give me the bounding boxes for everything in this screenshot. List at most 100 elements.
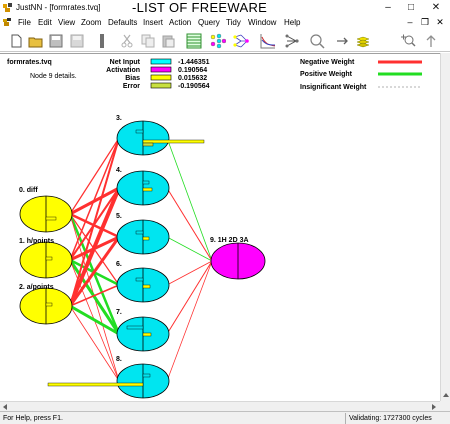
- status-help-text: For Help, press F1.: [3, 415, 63, 422]
- activation-label: Activation: [106, 67, 140, 74]
- scroll-right-arrow-icon[interactable]: [432, 404, 436, 410]
- hidden-node-5[interactable]: 5.: [116, 213, 170, 255]
- menu-action[interactable]: Action: [169, 18, 191, 27]
- title-bar: JustNN - [formrates.tvq] -LIST OF FREEWA…: [0, 0, 450, 15]
- menu-edit[interactable]: Edit: [38, 18, 52, 27]
- hidden-node-3-bias-bar: [142, 139, 205, 144]
- scroll-down-arrow-icon[interactable]: [443, 393, 449, 397]
- connection-line-23: [166, 260, 213, 382]
- status-bar: For Help, press F1. Validating: 1727300 …: [0, 411, 450, 424]
- output-node-9-label: 9. 1H 2D 3A: [210, 237, 249, 244]
- input-node-2-label: 2. a/points: [19, 284, 54, 291]
- menu-window[interactable]: Window: [248, 18, 276, 27]
- network-colors-icon[interactable]: [210, 33, 226, 49]
- document-restore-button[interactable]: ❐: [418, 17, 432, 28]
- input-node-0[interactable]: 0. diff: [19, 187, 73, 233]
- connection-line-20: [166, 236, 213, 262]
- arrow-right-icon[interactable]: [335, 33, 351, 49]
- paste-icon[interactable]: [160, 33, 176, 49]
- input-node-1-value-bar: [45, 256, 53, 261]
- output-node-9[interactable]: 9. 1H 2D 3A: [210, 237, 266, 280]
- legend-positive-label: Positive Weight: [300, 71, 353, 78]
- connection-line-22: [166, 260, 213, 335]
- grid-view-icon[interactable]: [186, 33, 202, 49]
- bias-value: 0.015632: [178, 75, 207, 82]
- network-canvas[interactable]: formrates.tvq Node 9 details. Net Input …: [0, 53, 440, 401]
- query-icon[interactable]: [309, 33, 325, 49]
- error-value: -0.190564: [178, 83, 210, 90]
- document-minimize-button[interactable]: –: [403, 17, 417, 28]
- legend-insignificant-label: Insignificant Weight: [300, 84, 367, 91]
- input-node-0-label: 0. diff: [19, 187, 38, 194]
- node-details-label: Node 9 details.: [30, 73, 77, 80]
- net-input-label: Net Input: [110, 59, 141, 66]
- menu-tidy[interactable]: Tidy: [226, 18, 241, 27]
- connection-line-16: [69, 304, 120, 336]
- menu-help[interactable]: Help: [284, 18, 300, 27]
- cut-icon[interactable]: [119, 33, 135, 49]
- legend-negative-label: Negative Weight: [300, 59, 355, 66]
- bias-label: Bias: [125, 75, 140, 82]
- input-node-1[interactable]: 1. h/points: [19, 238, 73, 279]
- separator-bar-icon[interactable]: [94, 33, 110, 49]
- status-validating: Validating: 1727300 cycles: [345, 413, 450, 424]
- error-label: Error: [123, 83, 140, 90]
- toolbar: [0, 30, 450, 52]
- stack-icon[interactable]: [355, 33, 371, 49]
- scroll-left-arrow-icon[interactable]: [3, 404, 7, 410]
- net-input-swatch: [150, 58, 172, 65]
- maximize-button[interactable]: □: [401, 1, 421, 14]
- save-icon[interactable]: [48, 33, 64, 49]
- hidden-node-6-label: 6.: [116, 261, 122, 268]
- error-swatch: [150, 82, 172, 89]
- watermark-text: -LIST OF FREEWARE: [132, 0, 268, 15]
- add-query-icon[interactable]: [400, 33, 416, 49]
- menu-zoom[interactable]: Zoom: [81, 18, 101, 27]
- save-disabled-icon[interactable]: [69, 33, 85, 49]
- hidden-node-8-label: 8.: [116, 356, 122, 363]
- menu-view[interactable]: View: [58, 18, 75, 27]
- hidden-node-8-bias-bar: [47, 382, 144, 387]
- open-icon[interactable]: [28, 33, 44, 49]
- input-node-2[interactable]: 2. a/points: [19, 284, 73, 325]
- activation-swatch: [150, 66, 172, 73]
- net-input-value: -1.446351: [178, 59, 210, 66]
- app-icon: [3, 3, 12, 12]
- hidden-node-6[interactable]: 6.: [116, 261, 170, 303]
- window-title: JustNN - [formrates.tvq]: [16, 3, 101, 12]
- hidden-node-7[interactable]: 7.: [116, 309, 170, 352]
- minimize-button[interactable]: –: [378, 1, 398, 14]
- input-node-1-label: 1. h/points: [19, 238, 54, 245]
- learning-graph-icon[interactable]: [260, 33, 276, 49]
- up-arrow-icon[interactable]: [423, 33, 439, 49]
- vertical-scrollbar[interactable]: [440, 53, 450, 401]
- document-system-icon[interactable]: [3, 18, 12, 27]
- prune-icon[interactable]: [284, 33, 300, 49]
- menu-bar: File Edit View Zoom Defaults Insert Acti…: [0, 15, 450, 30]
- close-button[interactable]: ✕: [426, 1, 446, 14]
- network-links-icon[interactable]: [233, 33, 249, 49]
- horizontal-scrollbar[interactable]: [0, 401, 440, 411]
- hidden-node-7-label: 7.: [116, 309, 122, 316]
- hidden-node-3-label: 3.: [116, 115, 122, 122]
- hidden-node-4-label: 4.: [116, 167, 122, 174]
- hidden-node-3[interactable]: 3.: [116, 115, 205, 156]
- connection-line-21: [166, 260, 213, 286]
- hidden-node-5-label: 5.: [116, 213, 122, 220]
- network-diagram[interactable]: formrates.tvq Node 9 details. Net Input …: [0, 54, 440, 402]
- menu-file[interactable]: File: [18, 18, 31, 27]
- hidden-node-4[interactable]: 4.: [116, 167, 170, 206]
- activation-value: 0.190564: [178, 67, 207, 74]
- input-node-2-value-bar: [45, 302, 53, 307]
- hidden-node-8[interactable]: 8.: [47, 356, 170, 399]
- copy-icon[interactable]: [140, 33, 156, 49]
- file-name-label: formrates.tvq: [7, 59, 52, 66]
- menu-insert[interactable]: Insert: [143, 18, 163, 27]
- bias-swatch: [150, 74, 172, 81]
- new-icon[interactable]: [8, 33, 24, 49]
- input-node-0-value-bar: [45, 216, 57, 221]
- scroll-corner: [440, 401, 450, 411]
- document-close-button[interactable]: ✕: [433, 17, 447, 28]
- menu-defaults[interactable]: Defaults: [108, 18, 137, 27]
- menu-query[interactable]: Query: [198, 18, 220, 27]
